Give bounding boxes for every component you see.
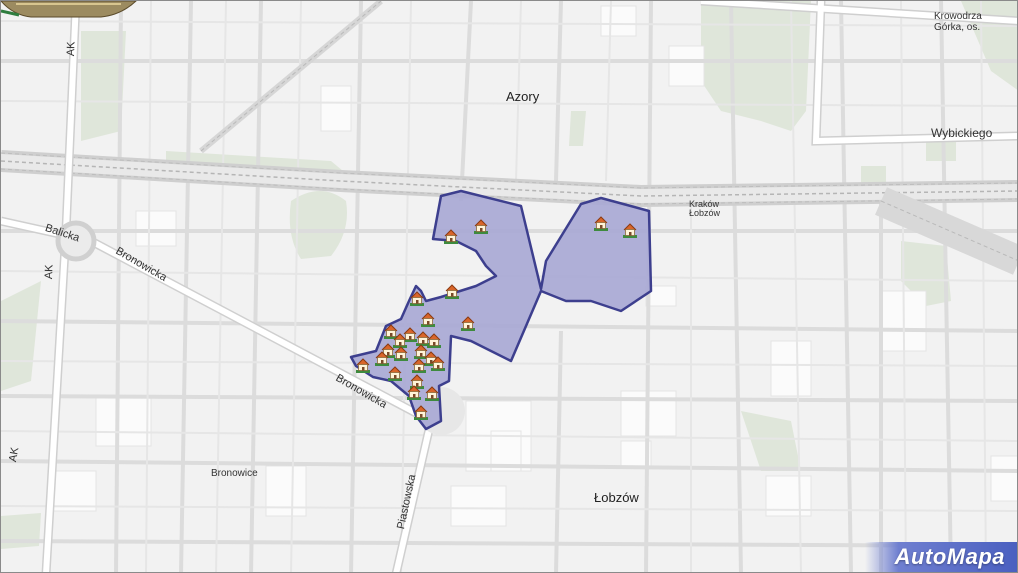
house-icon[interactable] (410, 291, 424, 306)
house-icon[interactable] (474, 219, 488, 234)
automapa-logo[interactable]: AutoMapa (865, 542, 1017, 572)
house-markers (356, 216, 637, 420)
automapa-logo-text: AutoMapa (894, 544, 1005, 569)
house-icon[interactable] (445, 284, 459, 299)
house-icon[interactable] (594, 216, 608, 231)
house-icon[interactable] (414, 405, 428, 420)
house-icon[interactable] (421, 312, 435, 327)
house-icon[interactable] (356, 358, 370, 373)
house-icon[interactable] (412, 358, 426, 373)
house-icon[interactable] (425, 386, 439, 401)
house-icon[interactable] (427, 333, 441, 348)
house-icon[interactable] (461, 316, 475, 331)
house-icon[interactable] (416, 331, 430, 346)
house-icon[interactable] (410, 374, 424, 389)
house-icon[interactable] (384, 324, 398, 339)
house-icon[interactable] (623, 223, 637, 238)
map-view[interactable]: Azory Łobzów Bronowice Krowodrza Górka, … (0, 0, 1018, 573)
house-icon[interactable] (444, 229, 458, 244)
map-corner-ornament (1, 1, 137, 18)
house-icon[interactable] (388, 366, 402, 381)
house-icon[interactable] (394, 346, 408, 361)
